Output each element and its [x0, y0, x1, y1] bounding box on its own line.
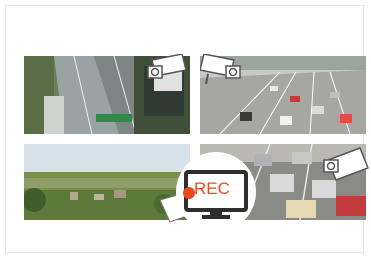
camera-grid: REC	[24, 54, 369, 232]
cctv-camera-icon	[200, 54, 241, 85]
cctv-camera-icon	[147, 54, 187, 79]
cctv-camera-icon	[323, 147, 369, 181]
rec-label: REC	[194, 179, 230, 198]
